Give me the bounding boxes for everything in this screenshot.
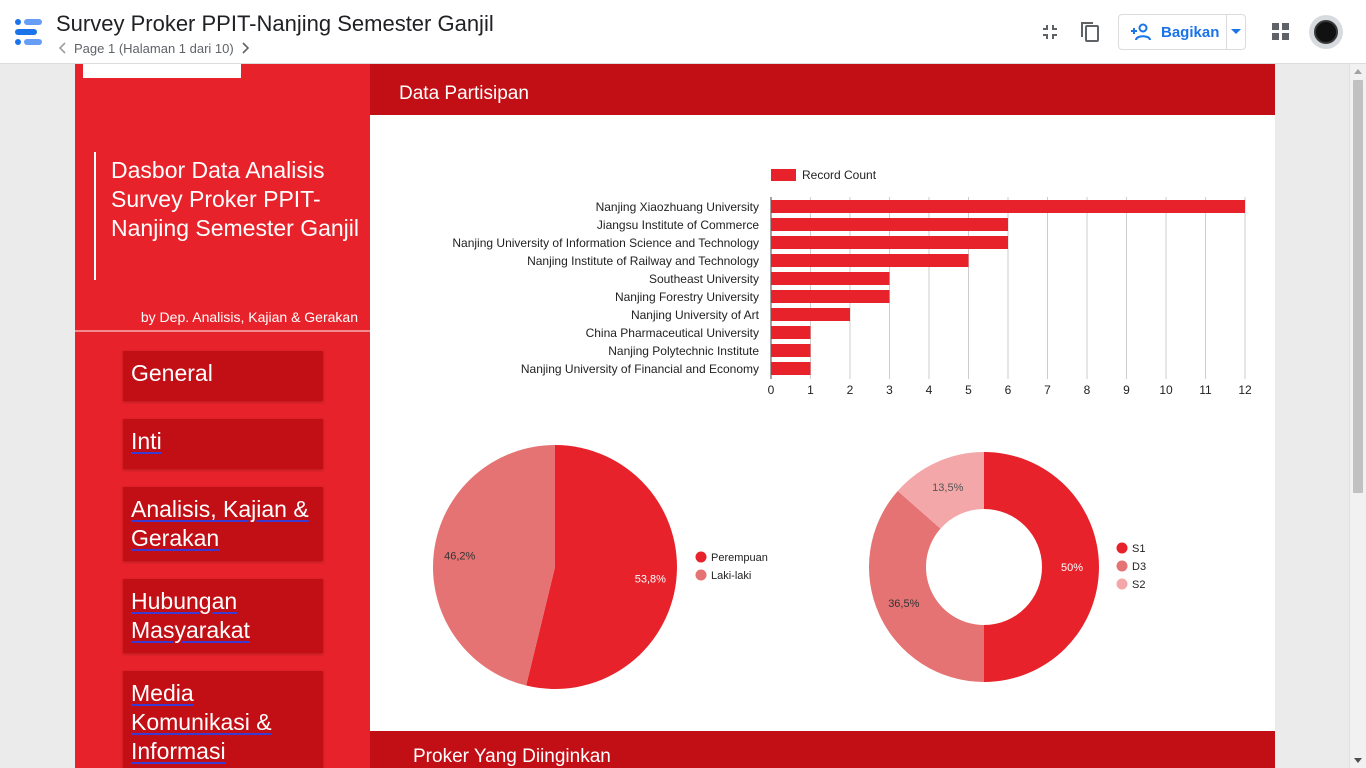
nav-inti[interactable]: Inti [123, 419, 323, 469]
category-label: Nanjing Forestry University [615, 290, 759, 304]
chevron-right-icon[interactable] [238, 40, 252, 56]
legend-label: Laki-laki [711, 570, 751, 582]
person-add-icon [1131, 23, 1151, 41]
legend-label: Perempuan [711, 552, 768, 564]
legend-label: S2 [1132, 579, 1145, 591]
category-label: Nanjing Xiaozhuang University [596, 200, 759, 214]
nav-label: Inti [131, 428, 162, 454]
x-tick-label: 11 [1199, 383, 1212, 397]
category-label: Nanjing Polytechnic Institute [608, 344, 759, 358]
x-tick-label: 5 [965, 383, 972, 397]
category-label: Nanjing Institute of Railway and Technol… [527, 254, 759, 268]
bar [771, 218, 1008, 231]
category-label: Southeast University [649, 272, 759, 286]
x-tick-label: 7 [1044, 383, 1051, 397]
x-tick-label: 9 [1123, 383, 1130, 397]
scroll-down-arrow[interactable] [1354, 758, 1362, 763]
caret-down-icon [1231, 29, 1242, 34]
legend-swatch [1116, 542, 1128, 554]
avatar[interactable] [1309, 15, 1343, 49]
page-navigator: Page 1 (Halaman 1 dari 10) [56, 40, 252, 56]
legend-label: D3 [1132, 561, 1146, 573]
vertical-scrollbar[interactable] [1349, 64, 1366, 768]
top-bar: Survey Proker PPIT-Nanjing Semester Ganj… [0, 0, 1366, 64]
x-tick-label: 12 [1238, 383, 1252, 397]
divider [75, 330, 370, 332]
byline: by Dep. Analisis, Kajian & Gerakan [140, 309, 358, 325]
apps-grid-icon[interactable] [1267, 18, 1295, 46]
page-indicator[interactable]: Page 1 (Halaman 1 dari 10) [74, 41, 234, 56]
category-label: Jiangsu Institute of Commerce [597, 218, 759, 232]
bar [771, 254, 969, 267]
scrollbar-thumb[interactable] [1353, 80, 1363, 493]
legend-swatch [1116, 578, 1128, 590]
category-label: Nanjing University of Financial and Econ… [521, 362, 759, 376]
x-tick-label: 0 [768, 383, 775, 397]
data-studio-logo-icon[interactable] [14, 18, 44, 46]
exit-fullscreen-icon[interactable] [1036, 18, 1064, 46]
dashboard-title: Dasbor Data Analisis Survey Proker PPIT-… [111, 157, 360, 241]
category-label: China Pharmaceutical University [586, 326, 759, 340]
bar [771, 344, 811, 357]
slice-label: 50% [1061, 562, 1083, 574]
charts-area: 0 1 2 3 4 5 6 7 8 9 10 11 12Record CountNanjing Xiao… [433, 168, 1252, 689]
x-tick-label: 3 [886, 383, 893, 397]
divider [94, 152, 96, 280]
nav-hubungan-masyarakat[interactable]: Hubungan Masyarakat [123, 579, 323, 653]
x-tick-label: 10 [1159, 383, 1173, 397]
nav-analisis-kajian-gerakan[interactable]: Analisis, Kajian & Gerakan [123, 487, 323, 561]
bar [771, 236, 1008, 249]
share-control: Bagikan [1118, 14, 1246, 50]
bar [771, 326, 811, 339]
legend-swatch [771, 169, 796, 181]
report-main: Data Partisipan 0 1 2 3 4 5 6 7 8 9 10 11 12 Record C… [370, 64, 1275, 768]
category-label: Nanjing University of Information Scienc… [452, 236, 759, 250]
logo-placeholder [83, 64, 241, 78]
category-label: Nanjing University of Art [631, 308, 760, 322]
legend-label: S1 [1132, 543, 1145, 555]
legend-swatch [1116, 560, 1128, 572]
report-sidebar: Dasbor Data Analisis Survey Proker PPIT-… [75, 64, 370, 768]
slice-label: 36,5% [888, 598, 919, 610]
share-dropdown[interactable] [1226, 15, 1245, 49]
share-button[interactable]: Bagikan [1119, 15, 1226, 49]
x-tick-label: 2 [847, 383, 854, 397]
section-title: Proker Yang Diinginkan [413, 746, 611, 767]
legend-label: Record Count [802, 168, 877, 182]
copy-icon[interactable] [1076, 18, 1104, 46]
slice-label: 13,5% [932, 482, 963, 494]
bar [771, 200, 1245, 213]
chevron-left-icon[interactable] [56, 40, 70, 56]
slice-label: 46,2% [444, 551, 475, 563]
bar [771, 362, 811, 375]
report-title[interactable]: Survey Proker PPIT-Nanjing Semester Ganj… [56, 11, 494, 37]
bar [771, 290, 890, 303]
nav-label: Media Komunikasi & Informasi [131, 680, 272, 764]
legend-swatch [695, 551, 707, 563]
nav-label: Hubungan Masyarakat [131, 588, 250, 643]
pie-slice [869, 490, 984, 682]
report-canvas: Dasbor Data Analisis Survey Proker PPIT-… [75, 64, 1275, 768]
scroll-up-arrow[interactable] [1354, 69, 1362, 74]
share-label: Bagikan [1161, 23, 1220, 41]
x-tick-label: 6 [1005, 383, 1012, 397]
x-tick-label: 4 [926, 383, 933, 397]
nav-media-komunikasi-informasi[interactable]: Media Komunikasi & Informasi [123, 671, 323, 768]
slice-label: 53,8% [635, 573, 666, 585]
nav-label: Analisis, Kajian & Gerakan [131, 496, 309, 551]
bar [771, 308, 850, 321]
nav-label: General [131, 360, 213, 386]
section-header-programs: Proker Yang Diinginkan [370, 731, 1275, 768]
legend-swatch [695, 569, 707, 581]
x-tick-label: 1 [807, 383, 814, 397]
bar [771, 272, 890, 285]
nav-general[interactable]: General [123, 351, 323, 401]
x-tick-label: 8 [1084, 383, 1091, 397]
